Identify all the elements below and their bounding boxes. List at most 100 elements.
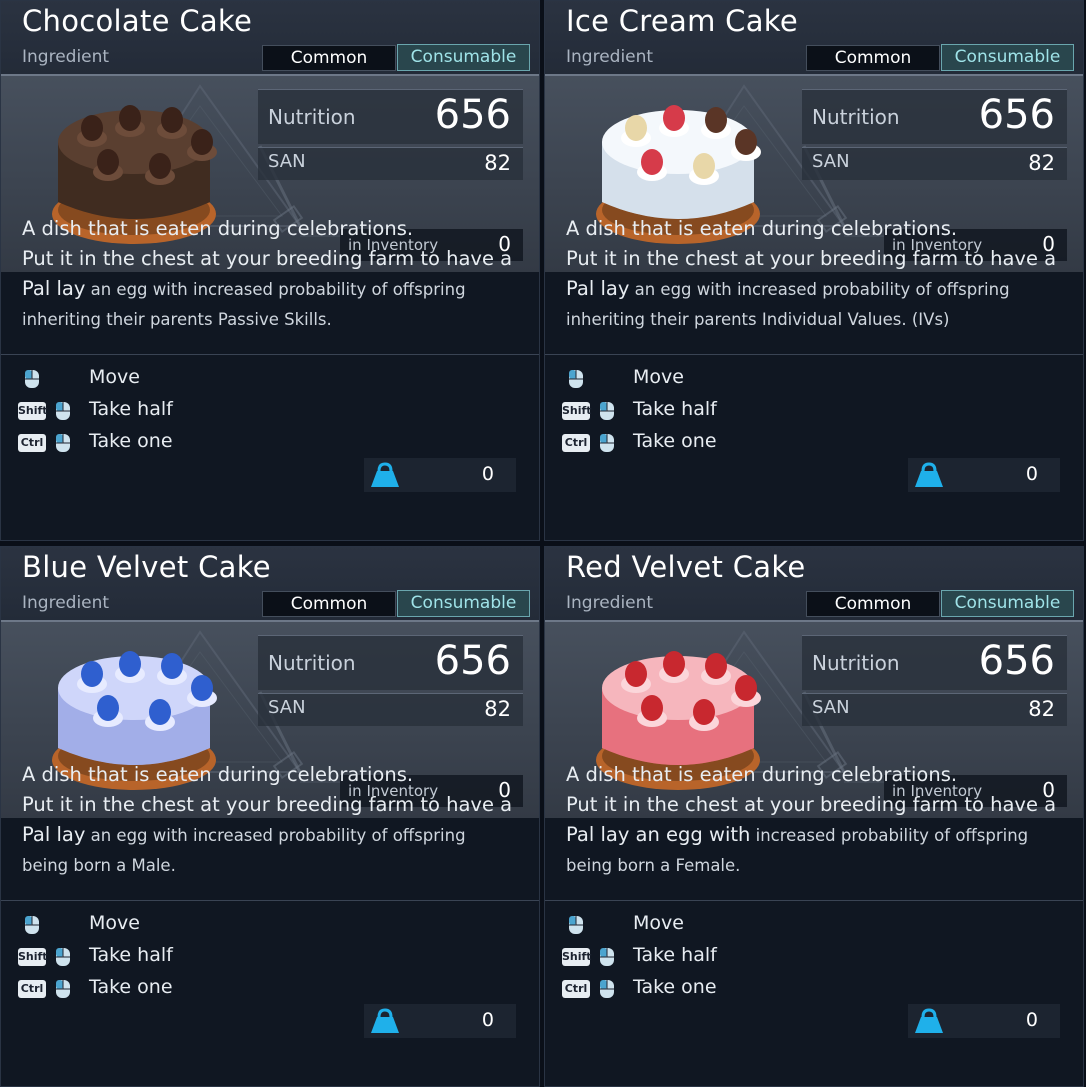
cake-topping — [149, 153, 171, 179]
mouse-icon — [600, 402, 614, 420]
san-stat: SAN 82 — [802, 693, 1067, 726]
mouse-icon — [56, 948, 70, 966]
san-value: 82 — [1028, 697, 1055, 721]
san-label: SAN — [812, 151, 850, 172]
description-line: being born a Male. — [22, 856, 176, 875]
cake-topping — [693, 699, 715, 725]
divider — [0, 900, 540, 901]
control-label: Move — [633, 366, 684, 388]
shift-key-icon: Shift — [18, 948, 48, 966]
san-label: SAN — [268, 697, 306, 718]
weight-display: 0 — [908, 458, 1060, 492]
shift-key-icon: Shift — [562, 948, 592, 966]
mouse-icon — [600, 948, 614, 966]
type-badge: Consumable — [941, 44, 1074, 71]
control-label: Take one — [633, 430, 717, 452]
description-line: Pal lay an egg with increased probabilit… — [22, 277, 466, 300]
item-title: Blue Velvet Cake — [22, 550, 271, 584]
ctrl-key-icon: Ctrl — [562, 434, 590, 452]
item-description: A dish that is eaten during celebrations… — [22, 214, 527, 335]
divider — [544, 900, 1084, 901]
san-value: 82 — [1028, 151, 1055, 175]
nutrition-value: 656 — [978, 92, 1055, 138]
description-line: Put it in the chest at your breeding far… — [566, 793, 1057, 816]
description-line: inheriting their parents Passive Skills. — [22, 310, 332, 329]
description-line: inheriting their parents Individual Valu… — [566, 310, 950, 329]
mouse-icon — [600, 434, 614, 452]
mouse-icon — [569, 916, 583, 934]
item-title: Chocolate Cake — [22, 4, 253, 38]
cake-topping — [735, 129, 757, 155]
control-label: Take half — [633, 944, 717, 966]
weight-display: 0 — [364, 1004, 516, 1038]
control-label: Move — [89, 912, 140, 934]
card-header: Blue Velvet Cake Ingredient Common Consu… — [0, 546, 540, 622]
control-label: Take one — [89, 976, 173, 998]
nutrition-label: Nutrition — [268, 651, 356, 675]
cake-topping — [641, 149, 663, 175]
item-title: Red Velvet Cake — [566, 550, 806, 584]
control-label: Take half — [89, 944, 173, 966]
weight-icon — [371, 1008, 399, 1033]
cake-topping — [625, 661, 647, 687]
mouse-icon — [600, 980, 614, 998]
item-card: Ice Cream Cake Ingredient Common Consuma… — [544, 0, 1084, 541]
item-description: A dish that is eaten during celebrations… — [22, 760, 527, 881]
san-value: 82 — [484, 697, 511, 721]
weight-display: 0 — [364, 458, 516, 492]
ctrl-key-icon: Ctrl — [18, 434, 46, 452]
item-card: Chocolate Cake Ingredient Common Consuma… — [0, 0, 540, 541]
mouse-icon — [569, 370, 583, 388]
card-header: Chocolate Cake Ingredient Common Consuma… — [0, 0, 540, 76]
cake-topping — [161, 107, 183, 133]
item-description: A dish that is eaten during celebrations… — [566, 760, 1071, 881]
mouse-icon — [56, 402, 70, 420]
cake-topping — [735, 675, 757, 701]
nutrition-stat: Nutrition 656 — [802, 635, 1067, 690]
cake-topping — [97, 149, 119, 175]
item-category: Ingredient — [22, 47, 110, 67]
description-line: A dish that is eaten during celebrations… — [22, 763, 414, 786]
weight-display: 0 — [908, 1004, 1060, 1038]
description-line: A dish that is eaten during celebrations… — [566, 217, 958, 240]
cake-topping — [625, 115, 647, 141]
description-line: A dish that is eaten during celebrations… — [566, 763, 958, 786]
description-line: Put it in the chest at your breeding far… — [566, 247, 1057, 270]
cake-topping — [149, 699, 171, 725]
san-stat: SAN 82 — [802, 147, 1067, 180]
description-line: Put it in the chest at your breeding far… — [22, 793, 513, 816]
description-line: Pal lay an egg with increased probabilit… — [566, 277, 1010, 300]
cake-topping — [663, 105, 685, 131]
weight-value: 0 — [481, 1009, 494, 1031]
divider — [544, 354, 1084, 355]
cake-topping — [641, 695, 663, 721]
rarity-badge: Common — [806, 45, 940, 71]
control-label: Take one — [89, 430, 173, 452]
item-card: Blue Velvet Cake Ingredient Common Consu… — [0, 546, 540, 1087]
description-line: A dish that is eaten during celebrations… — [22, 217, 414, 240]
ctrl-key-icon: Ctrl — [18, 980, 46, 998]
item-description: A dish that is eaten during celebrations… — [566, 214, 1071, 335]
ctrl-key-icon: Ctrl — [562, 980, 590, 998]
shift-key-icon: Shift — [562, 402, 592, 420]
cake-topping — [663, 651, 685, 677]
type-badge: Consumable — [397, 44, 530, 71]
rarity-badge: Common — [262, 45, 396, 71]
card-header: Ice Cream Cake Ingredient Common Consuma… — [544, 0, 1084, 76]
weight-icon — [371, 462, 399, 487]
item-title: Ice Cream Cake — [566, 4, 798, 38]
nutrition-value: 656 — [434, 92, 511, 138]
item-category: Ingredient — [566, 593, 654, 613]
weight-icon — [915, 1008, 943, 1033]
nutrition-stat: Nutrition 656 — [258, 635, 523, 690]
item-card: Red Velvet Cake Ingredient Common Consum… — [544, 546, 1084, 1087]
description-line: Pal lay an egg with increased probabilit… — [22, 823, 466, 846]
item-category: Ingredient — [22, 593, 110, 613]
cake-topping — [191, 675, 213, 701]
cake-topping — [81, 661, 103, 687]
type-badge: Consumable — [941, 590, 1074, 617]
weight-icon — [915, 462, 943, 487]
weight-value: 0 — [1025, 463, 1038, 485]
mouse-icon — [56, 980, 70, 998]
mouse-icon — [25, 916, 39, 934]
